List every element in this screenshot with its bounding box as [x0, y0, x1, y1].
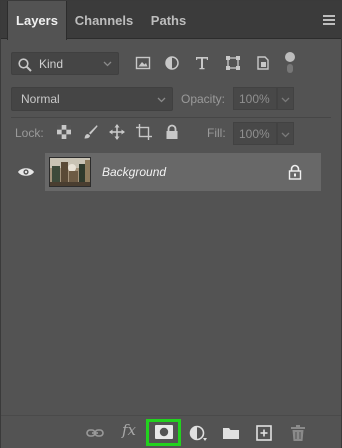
tab-layers[interactable]: Layers — [7, 1, 67, 40]
lock-position-icon[interactable] — [109, 124, 125, 140]
eye-icon — [18, 168, 34, 176]
opacity-label: Opacity: — [181, 92, 226, 106]
lock-label: Lock: — [15, 126, 44, 140]
panel-menu-icon[interactable] — [323, 15, 335, 25]
chevron-down-icon — [281, 97, 290, 103]
tab-paths[interactable]: Paths — [141, 1, 196, 39]
layer-row-background[interactable]: Background — [7, 153, 321, 191]
new-layer-icon[interactable] — [255, 425, 273, 441]
layer-style-icon[interactable]: fx — [122, 421, 136, 439]
shape-filter-icon[interactable] — [225, 55, 241, 71]
fill-dropdown[interactable] — [277, 122, 294, 145]
pixel-filter-icon[interactable] — [135, 55, 151, 71]
adjustment-layer-icon[interactable] — [189, 425, 207, 441]
filter-kind-label: Kind — [39, 57, 64, 71]
add-mask-button[interactable] — [146, 419, 181, 446]
filter-toggle-icon[interactable] — [283, 51, 297, 75]
lock-image-icon[interactable] — [82, 124, 98, 140]
fill-label: Fill: — [207, 126, 226, 140]
opacity-dropdown[interactable] — [277, 87, 294, 110]
adjustment-filter-icon[interactable] — [164, 55, 180, 71]
layers-bottom-toolbar: fx — [1, 415, 341, 448]
opacity-input[interactable]: 100% — [233, 87, 277, 110]
lock-all-icon[interactable] — [164, 124, 180, 140]
layer-name: Background — [102, 165, 167, 179]
lock-icon — [288, 164, 302, 180]
chevron-down-icon — [281, 132, 290, 138]
lock-transparent-icon[interactable] — [56, 124, 72, 140]
new-group-icon[interactable] — [222, 425, 240, 441]
chevron-down-icon — [157, 97, 166, 103]
visibility-toggle[interactable] — [7, 153, 45, 191]
chevron-down-icon — [103, 61, 112, 67]
lock-artboard-icon[interactable] — [136, 124, 152, 140]
add-mask-icon — [155, 425, 173, 439]
layers-panel: Layers Channels Paths Kind Normal Opacit… — [0, 0, 342, 448]
panel-tab-bar: Layers Channels Paths — [1, 1, 341, 40]
layer-thumbnail-image — [50, 158, 90, 186]
layer-thumbnail — [49, 157, 91, 187]
fill-input[interactable]: 100% — [233, 122, 277, 145]
blend-mode-value: Normal — [21, 92, 60, 106]
divider — [11, 117, 331, 118]
tab-channels[interactable]: Channels — [69, 1, 139, 39]
delete-layer-icon[interactable] — [289, 425, 307, 441]
type-filter-icon[interactable] — [194, 55, 210, 71]
blend-mode-select[interactable]: Normal — [11, 87, 173, 111]
filter-kind-select[interactable]: Kind — [11, 52, 119, 75]
search-icon — [18, 58, 32, 72]
smart-object-filter-icon[interactable] — [255, 55, 271, 71]
link-layers-icon[interactable] — [86, 425, 104, 441]
